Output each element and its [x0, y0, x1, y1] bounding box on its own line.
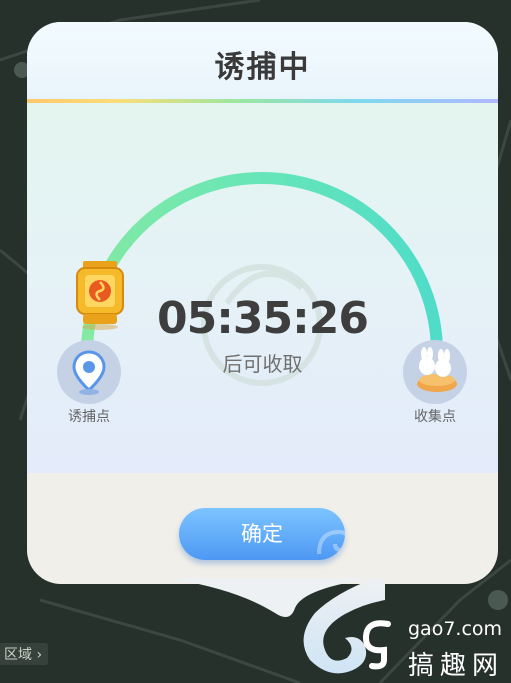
- wave-decoration-icon: [317, 529, 345, 555]
- dialog-title: 诱捕中: [214, 50, 311, 85]
- confirm-button-label: 确定: [241, 522, 283, 546]
- location-pin-icon: [72, 350, 106, 395]
- region-label: 区域: [4, 647, 32, 663]
- tail-swirl-icon: [175, 578, 385, 674]
- rabbit-cake-icon: [417, 347, 457, 392]
- watermark-url: gao7.com: [408, 618, 503, 640]
- trap-dialog: 诱捕中 05:35:26 后可收取 诱捕点 收集点 确定: [27, 22, 498, 584]
- progress-panel: 05:35:26 后可收取 诱捕点 收集点: [27, 103, 498, 473]
- collect-point-icon: [403, 340, 467, 404]
- confirm-button[interactable]: 确定: [179, 508, 345, 560]
- region-link[interactable]: 区域 ›: [0, 643, 49, 665]
- trap-point-icon: [57, 340, 121, 404]
- lantern-icon: [76, 261, 124, 330]
- watermark-logo: [362, 620, 391, 670]
- chevron-right-icon: ›: [36, 647, 43, 663]
- watermark-name: 搞趣网: [408, 651, 505, 681]
- dialog-header: 诱捕中: [27, 22, 498, 100]
- collect-point-label: 收集点: [414, 409, 456, 425]
- trap-point-label: 诱捕点: [68, 409, 110, 425]
